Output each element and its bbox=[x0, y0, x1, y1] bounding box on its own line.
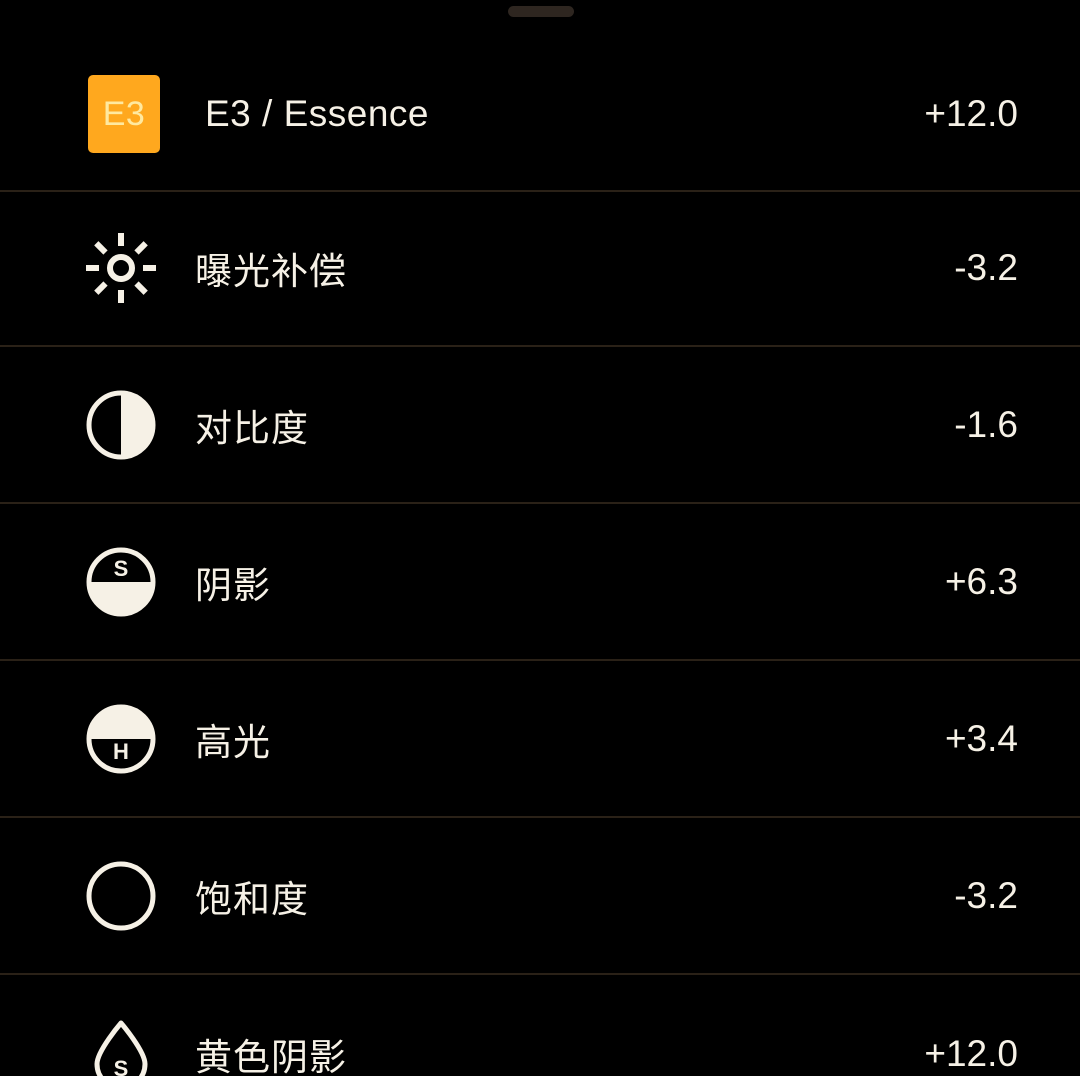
adjustment-row-value: -3.2 bbox=[954, 874, 1018, 916]
adjustment-row-label: 对比度 bbox=[195, 407, 309, 449]
adjustment-row-label: 阴影 bbox=[195, 564, 271, 606]
adjustment-row-value: +12.0 bbox=[924, 1032, 1018, 1074]
svg-text:S: S bbox=[114, 1056, 129, 1076]
adjustment-row[interactable]: 饱和度 -3.2 bbox=[0, 818, 1080, 975]
preset-badge: E3 bbox=[88, 75, 160, 153]
adjustment-row-label: 高光 bbox=[195, 721, 271, 763]
adjustment-row-value: +6.3 bbox=[944, 560, 1018, 602]
sheet-drag-handle-area[interactable] bbox=[0, 0, 1080, 24]
adjustment-row[interactable]: 对比度 -1.6 bbox=[0, 347, 1080, 504]
adjustment-row-value: -1.6 bbox=[954, 403, 1018, 445]
preset-header-row[interactable]: E3 E3 / Essence +12.0 bbox=[0, 38, 1080, 190]
adjustment-row-list: 曝光补偿 -3.2 对比度 -1.6 S 阴影 +6.3 H 高光 +3.4 饱… bbox=[0, 190, 1080, 1076]
adjustment-row-label: 饱和度 bbox=[195, 878, 309, 920]
adjustment-row[interactable]: H 高光 +3.4 bbox=[0, 661, 1080, 818]
svg-text:S: S bbox=[114, 556, 129, 581]
contrast-half-circle-icon bbox=[85, 389, 157, 461]
yellow-shadows-droplet-s-icon: S bbox=[85, 1018, 157, 1076]
adjustment-panel: E3 E3 / Essence +12.0 曝光补偿 -3.2 对比度 -1.6… bbox=[0, 0, 1080, 1076]
adjustment-row-value: +3.4 bbox=[944, 717, 1018, 759]
saturation-circle-icon bbox=[85, 860, 157, 932]
highlights-circle-h-icon: H bbox=[85, 703, 157, 775]
adjustment-row-value: -3.2 bbox=[954, 246, 1018, 288]
adjustment-row[interactable]: S 黄色阴影 +12.0 bbox=[0, 975, 1080, 1076]
preset-value: +12.0 bbox=[924, 93, 1018, 134]
preset-title: E3 / Essence bbox=[205, 93, 430, 134]
adjustment-row-label: 曝光补偿 bbox=[195, 250, 347, 292]
adjustment-row-label: 黄色阴影 bbox=[195, 1036, 347, 1076]
shadows-circle-s-icon: S bbox=[85, 546, 157, 618]
brightness-sun-icon bbox=[85, 232, 157, 304]
svg-text:H: H bbox=[113, 739, 129, 764]
adjustment-row[interactable]: 曝光补偿 -3.2 bbox=[0, 190, 1080, 347]
preset-badge-label: E3 bbox=[102, 95, 146, 133]
adjustment-row[interactable]: S 阴影 +6.3 bbox=[0, 504, 1080, 661]
drag-handle-icon[interactable] bbox=[508, 6, 574, 17]
